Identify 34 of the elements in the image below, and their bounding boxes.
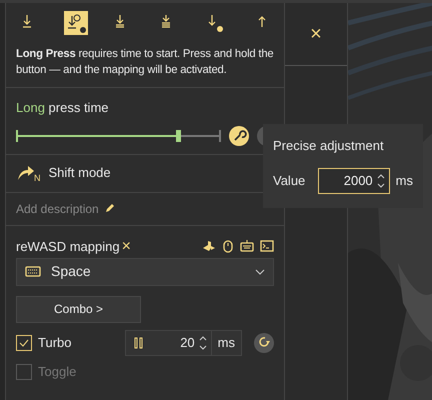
turbo-value-input[interactable]: 20: [152, 330, 212, 355]
terminal-icon[interactable]: [260, 240, 274, 252]
combo-button[interactable]: Combo >: [16, 296, 141, 323]
keyboard-icon: [25, 266, 41, 278]
unit-label: ms: [396, 172, 413, 190]
description-text: Long Press requires time to start. Press and hold the button — and the mapping will be activated.: [15, 47, 275, 78]
checkbox-label: Turbo: [38, 334, 72, 352]
refresh-icon[interactable]: [254, 332, 274, 353]
spinner-arrows-icon[interactable]: [198, 334, 207, 351]
shift-mode-label: Shift mode: [48, 164, 111, 182]
pencil-icon[interactable]: [104, 204, 114, 214]
checkbox[interactable]: [16, 334, 32, 351]
keyboard-icon[interactable]: [240, 240, 254, 252]
spinner-arrows-icon[interactable]: [376, 172, 385, 188]
label-text: press time: [48, 100, 109, 115]
long-press-icon[interactable]: [64, 11, 88, 35]
slider[interactable]: [16, 130, 221, 142]
mode-letter: N: [34, 172, 40, 186]
value-input[interactable]: 2000: [318, 168, 390, 194]
check-icon: [19, 338, 29, 347]
add-description-link[interactable]: Add description: [16, 200, 99, 218]
wrench-icon[interactable]: [229, 126, 249, 146]
checkbox-label: Toggle: [38, 362, 76, 381]
chevron-icon: [255, 268, 265, 275]
remove-button[interactable]: ×: [120, 238, 133, 255]
popup-title: Precise adjustment: [273, 137, 385, 155]
close-button[interactable]: ×: [310, 24, 322, 44]
label-highlight: Long: [16, 100, 45, 115]
mapping-title: reWASD mapping: [16, 238, 120, 256]
mouse-icon[interactable]: [222, 240, 234, 254]
pause-icon: [134, 336, 144, 349]
unit-label: ms: [216, 334, 236, 352]
value-label: Value: [273, 172, 306, 190]
key-dropdown[interactable]: Space: [16, 258, 274, 286]
